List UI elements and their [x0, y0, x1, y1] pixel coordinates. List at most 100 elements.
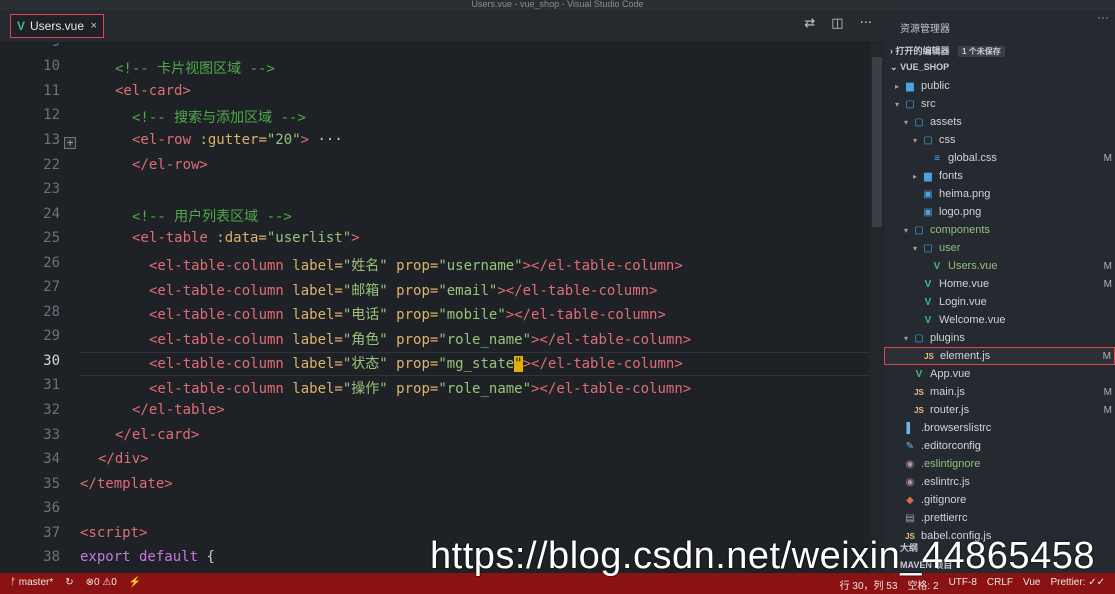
tree-item[interactable]: V Users.vue M [884, 257, 1115, 275]
scrollbar-thumb[interactable] [872, 57, 882, 227]
tree-item-label: App.vue [930, 368, 971, 380]
split-editor-icon[interactable]: ◫ [831, 16, 843, 31]
ignore-icon: ◉ [905, 476, 915, 488]
cursor-position[interactable]: 行 30，列 53 [840, 577, 898, 592]
line-number: 9 [10, 43, 60, 50]
prettier-status[interactable]: Prettier: ✓✓ [1050, 577, 1105, 592]
line-number: 10 [43, 58, 60, 74]
code-line-24: <!-- 用户列表区域 --> [132, 206, 292, 226]
tree-item-label: logo.png [939, 206, 982, 218]
folder-open-icon: ▢ [905, 98, 915, 110]
git-branch[interactable]: ᚠ master* [10, 577, 53, 588]
tree-item-label: user [939, 242, 961, 254]
tree-item[interactable]: V Login.vue [884, 293, 1115, 311]
tree-item[interactable]: V App.vue [884, 365, 1115, 383]
js-icon: JS [914, 405, 924, 415]
git-status-badge: M [1103, 404, 1112, 416]
tree-item-label: .prettierrc [921, 512, 968, 524]
tree-item-label: .browserslistrc [921, 422, 992, 434]
code-comment: <!-- 搜索与添加区域 --> [132, 110, 306, 126]
tree-item[interactable]: ▣ logo.png [884, 203, 1115, 221]
code-string: "role_name" [438, 331, 532, 348]
tree-item-label: router.js [930, 404, 970, 416]
tree-item-label: public [921, 80, 950, 92]
tree-item-label: Login.vue [939, 296, 987, 308]
ignore-icon: ◉ [905, 458, 915, 470]
tree-item[interactable]: JS element.js M [884, 347, 1115, 365]
tree-item[interactable]: ▾ ▢ user [884, 239, 1115, 257]
tree-item[interactable]: ▸ ▆ fonts [884, 167, 1115, 185]
code-line-34: </div> [98, 451, 149, 467]
tree-item[interactable]: ▾ ▢ src [884, 95, 1115, 113]
code-tag: </el-table-column> [539, 331, 692, 348]
sync-icon[interactable]: ↻ [65, 577, 73, 588]
tree-item[interactable]: V Home.vue M [884, 275, 1115, 293]
code-tag: </el-table-column> [531, 356, 683, 372]
tree-item-label: Users.vue [948, 260, 998, 272]
line-number: 33 [43, 427, 60, 443]
tree-item[interactable]: ◉ .eslintignore [884, 455, 1115, 473]
git-status-badge: M [1103, 386, 1112, 398]
code-line-25: <el-table :data="userlist"> [132, 230, 360, 246]
png-icon: ▣ [923, 188, 933, 200]
code-attr: label= [283, 331, 343, 348]
code-line-11: <el-card> [115, 83, 191, 99]
encoding[interactable]: UTF-8 [949, 577, 977, 592]
line-number: 31 [43, 377, 60, 393]
code-string: "状态" [342, 356, 388, 372]
open-editors-section[interactable]: › 打开的编辑器 1 个未保存 [890, 44, 1005, 57]
tree-item[interactable]: ▤ .prettierrc [884, 509, 1115, 527]
compare-changes-icon[interactable]: ⇄ [804, 16, 815, 31]
code-editor[interactable]: 9 10 11 12 13 22 23 24 25 26 27 28 29 30 31 32 33 34 35 36 3… [0, 43, 884, 573]
tree-item[interactable]: V Welcome.vue [884, 311, 1115, 329]
tree-item-label: Welcome.vue [939, 314, 1006, 326]
tree-item[interactable]: ▌ .browserslistrc [884, 419, 1115, 437]
project-section[interactable]: ⌄ VUE_SHOP [890, 62, 949, 73]
chevron-down-icon: ▾ [903, 225, 908, 235]
code-comment: <!-- 用户列表区域 --> [132, 209, 292, 225]
tree-item[interactable]: ◆ .gitignore [884, 491, 1115, 509]
indentation[interactable]: 空格: 2 [907, 577, 938, 592]
code-tag: <el-table-column [149, 307, 284, 323]
tree-item-label: fonts [939, 170, 963, 182]
folded-ellipsis[interactable]: ··· [309, 132, 342, 148]
vue-icon: V [915, 368, 923, 380]
code-attr: label= [283, 282, 343, 299]
tree-item[interactable]: ▸ ▆ public [884, 77, 1115, 95]
tree-item-label: .editorconfig [921, 440, 981, 452]
bolt-icon[interactable]: ⚡ [129, 577, 141, 588]
tree-item[interactable]: ▾ ▢ plugins [884, 329, 1115, 347]
tree-item[interactable]: JS router.js M [884, 401, 1115, 419]
close-icon[interactable]: × [91, 20, 97, 32]
code-string: "email" [438, 282, 498, 299]
code-line-28: <el-table-column label="电话" prop="mobile… [149, 304, 666, 324]
vue-icon: V [924, 296, 932, 308]
line-number: 24 [43, 206, 60, 222]
code-attr: label= [283, 258, 343, 274]
code-tag: <el-table [132, 230, 208, 246]
git-icon: ◆ [906, 494, 914, 506]
tree-item[interactable]: JS main.js M [884, 383, 1115, 401]
problems-indicator[interactable]: ⊗0 ⚠0 [86, 577, 117, 588]
tree-item[interactable]: ≡ global.css M [884, 149, 1115, 167]
more-actions-icon[interactable]: ··· [1097, 10, 1109, 24]
tree-item[interactable]: ✎ .editorconfig [884, 437, 1115, 455]
vertical-scrollbar[interactable] [870, 43, 884, 573]
open-editors-label: 打开的编辑器 [895, 46, 950, 56]
tree-item[interactable]: ▣ heima.png [884, 185, 1115, 203]
tree-item-label: css [939, 134, 956, 146]
tree-item[interactable]: ▾ ▢ css [884, 131, 1115, 149]
text-cursor: " [514, 356, 523, 372]
tree-item[interactable]: ▾ ▢ components [884, 221, 1115, 239]
css-icon: ≡ [934, 152, 940, 164]
tree-item[interactable]: ◉ .eslintrc.js [884, 473, 1115, 491]
more-actions-icon[interactable]: ··· [860, 16, 872, 31]
chevron-down-icon: ▾ [903, 333, 908, 343]
line-ending[interactable]: CRLF [987, 577, 1013, 592]
code-string: "mobile" [438, 307, 506, 323]
fold-expand-icon[interactable]: + [64, 137, 76, 149]
line-number: 11 [43, 83, 60, 99]
language-mode[interactable]: Vue [1023, 577, 1040, 592]
tree-item[interactable]: ▾ ▢ assets [884, 113, 1115, 131]
tab-users-vue[interactable]: V Users.vue × [10, 14, 104, 38]
